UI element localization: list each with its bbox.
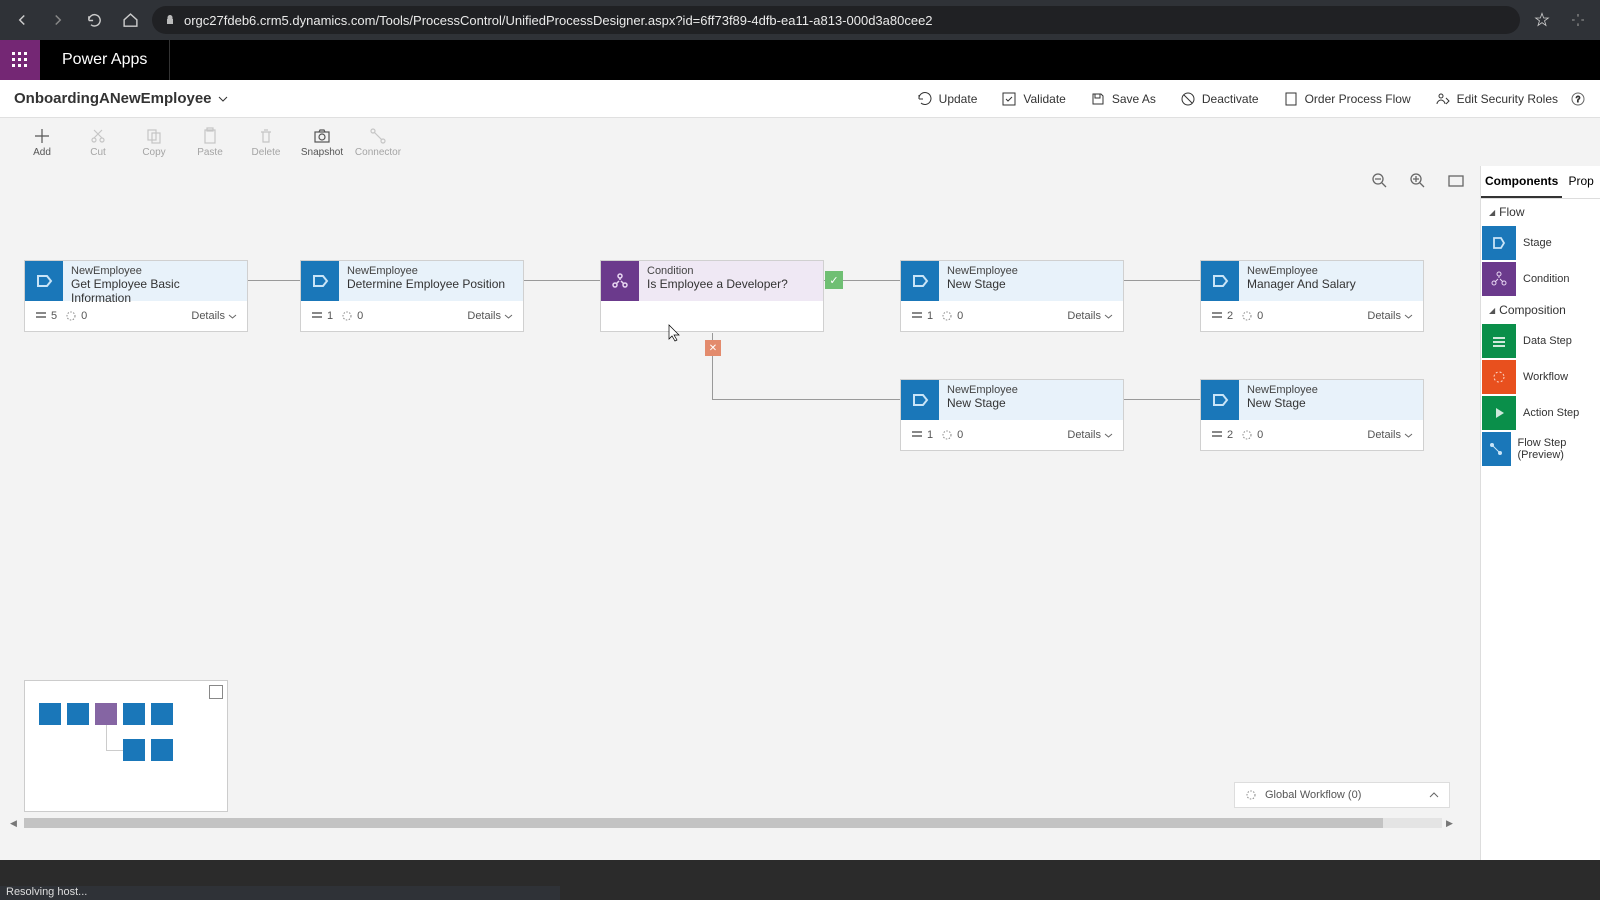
copy-button[interactable]: Copy [126, 120, 182, 164]
comp-data-step[interactable]: Data Step [1481, 323, 1600, 359]
comp-workflow[interactable]: Workflow [1481, 359, 1600, 395]
order-process-flow-button[interactable]: Order Process Flow [1283, 91, 1411, 107]
svg-text:?: ? [1576, 95, 1581, 104]
stage-node-4[interactable]: NewEmployeeManager And Salary 2 0 Detail… [1200, 260, 1424, 332]
help-button[interactable]: ? [1570, 91, 1586, 107]
cut-button[interactable]: Cut [70, 120, 126, 164]
update-button[interactable]: Update [917, 91, 978, 107]
section-composition[interactable]: Composition [1481, 297, 1600, 323]
data-step-icon [1482, 324, 1516, 358]
paste-button[interactable]: Paste [182, 120, 238, 164]
status-bar: Resolving host... [0, 886, 560, 900]
connector [1124, 280, 1200, 281]
stage-icon [1201, 261, 1239, 301]
steps-count: 5 [35, 310, 57, 322]
comp-condition[interactable]: Condition [1481, 261, 1600, 297]
details-toggle[interactable]: Details [1367, 310, 1413, 322]
flow-step-icon [1482, 432, 1511, 466]
horizontal-scrollbar[interactable]: ◀ ▶ [10, 818, 1456, 828]
add-button[interactable]: Add [14, 120, 70, 164]
condition-icon [1482, 262, 1516, 296]
chevron-up-icon [1429, 790, 1439, 800]
connector [1124, 399, 1200, 400]
details-toggle[interactable]: Details [191, 310, 237, 322]
condition-no-badge [705, 340, 721, 356]
action-step-icon [1482, 396, 1516, 430]
back-button[interactable] [8, 6, 36, 34]
comp-stage[interactable]: Stage [1481, 225, 1600, 261]
condition-icon [601, 261, 639, 301]
stage-icon [901, 380, 939, 420]
command-header: OnboardingANewEmployee Update Validate S… [0, 80, 1600, 118]
fit-icon[interactable] [1448, 173, 1464, 189]
chevron-down-icon [218, 94, 228, 104]
stage-node-2[interactable]: NewEmployeeDetermine Employee Position 1… [300, 260, 524, 332]
connector [524, 280, 600, 281]
stage-node-5[interactable]: NewEmployeeNew Stage 1 0 Details [900, 379, 1124, 451]
components-panel: Components Prop Flow Stage Condition Com… [1480, 166, 1600, 860]
cursor-icon [668, 324, 682, 342]
ext-icon[interactable] [1564, 6, 1592, 34]
expand-icon[interactable] [209, 685, 223, 699]
stage-node-3[interactable]: NewEmployeeNew Stage 1 0 Details [900, 260, 1124, 332]
home-button[interactable] [116, 6, 144, 34]
lock-icon [164, 14, 176, 26]
stage-node-6[interactable]: NewEmployeeNew Stage 2 0 Details [1200, 379, 1424, 451]
minimap[interactable] [24, 680, 228, 812]
global-workflow-bar[interactable]: Global Workflow (0) [1234, 782, 1450, 808]
workflow-icon [1245, 789, 1257, 801]
process-name-dropdown[interactable]: OnboardingANewEmployee [14, 90, 228, 107]
star-button[interactable] [1528, 6, 1556, 34]
validate-button[interactable]: Validate [1001, 91, 1065, 107]
section-flow[interactable]: Flow [1481, 199, 1600, 225]
details-toggle[interactable]: Details [467, 310, 513, 322]
url-text: orgc27fdeb6.crm5.dynamics.com/Tools/Proc… [184, 13, 933, 28]
comp-action-step[interactable]: Action Step [1481, 395, 1600, 431]
details-toggle[interactable]: Details [1367, 429, 1413, 441]
connector [712, 399, 900, 400]
main-area: Components Prop Flow Stage Condition Com… [0, 166, 1600, 860]
panel-tabs: Components Prop [1481, 166, 1600, 199]
url-bar[interactable]: orgc27fdeb6.crm5.dynamics.com/Tools/Proc… [152, 6, 1520, 34]
stage-node-1[interactable]: NewEmployeeGet Employee Basic Informatio… [24, 260, 248, 332]
comp-flow-step[interactable]: Flow Step (Preview) [1481, 431, 1600, 467]
zoom-in-icon[interactable] [1410, 173, 1426, 189]
edit-security-roles-button[interactable]: Edit Security Roles [1435, 91, 1558, 107]
app-launcher-button[interactable] [0, 40, 40, 80]
tab-properties[interactable]: Prop [1562, 166, 1600, 198]
save-as-button[interactable]: Save As [1090, 91, 1156, 107]
connector-button[interactable]: Connector [350, 120, 406, 164]
condition-node[interactable]: ConditionIs Employee a Developer? [600, 260, 824, 332]
browser-chrome: orgc27fdeb6.crm5.dynamics.com/Tools/Proc… [0, 0, 1600, 40]
separator [169, 40, 170, 80]
forward-button[interactable] [44, 6, 72, 34]
delete-button[interactable]: Delete [238, 120, 294, 164]
stage-icon [25, 261, 63, 301]
zoom-controls [1372, 166, 1464, 196]
wf-count: 0 [65, 310, 87, 322]
stage-icon [901, 261, 939, 301]
stage-icon [301, 261, 339, 301]
reload-button[interactable] [80, 6, 108, 34]
app-header: Power Apps [0, 40, 1600, 80]
tab-components[interactable]: Components [1481, 166, 1562, 198]
connector [248, 280, 300, 281]
details-toggle[interactable]: Details [1067, 310, 1113, 322]
process-name-label: OnboardingANewEmployee [14, 90, 212, 107]
workflow-icon [1482, 360, 1516, 394]
app-name: Power Apps [54, 51, 155, 69]
snapshot-button[interactable]: Snapshot [294, 120, 350, 164]
deactivate-button[interactable]: Deactivate [1180, 91, 1259, 107]
toolbar: Add Cut Copy Paste Delete Snapshot Conne… [0, 118, 1600, 166]
stage-icon [1482, 226, 1516, 260]
details-toggle[interactable]: Details [1067, 429, 1113, 441]
condition-yes-badge [825, 271, 843, 289]
stage-icon [1201, 380, 1239, 420]
zoom-out-icon[interactable] [1372, 173, 1388, 189]
